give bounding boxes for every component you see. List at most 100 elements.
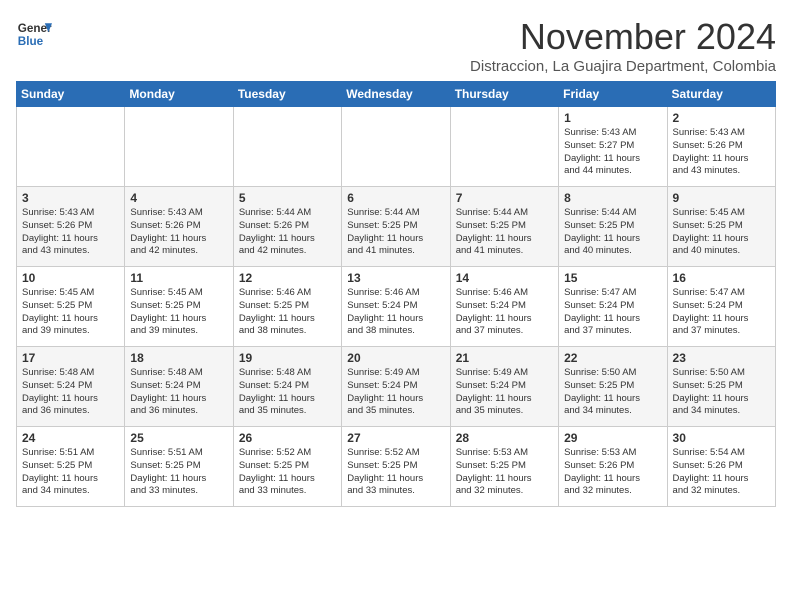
day-number: 6 — [347, 191, 444, 205]
calendar-cell: 10 Sunrise: 5:45 AM Sunset: 5:25 PM Dayli… — [17, 267, 125, 347]
cell-info: Sunrise: 5:49 AM Sunset: 5:24 PM Dayligh… — [347, 367, 444, 418]
calendar-cell: 12Sunrise: 5:46 AM Sunset: 5:25 PM Dayli… — [233, 267, 341, 347]
calendar-cell: 15Sunrise: 5:47 AM Sunset: 5:24 PM Dayli… — [559, 267, 667, 347]
header: General Blue November 2024 Distraccion, … — [16, 16, 776, 75]
calendar-cell: 21Sunrise: 5:49 AM Sunset: 5:24 PM Dayli… — [450, 347, 558, 427]
calendar-cell: 14Sunrise: 5:46 AM Sunset: 5:24 PM Dayli… — [450, 267, 558, 347]
day-number: 30 — [673, 431, 770, 445]
calendar-cell: 19 Sunrise: 5:48 AM Sunset: 5:24 PM Dayli… — [233, 347, 341, 427]
day-number: 29 — [564, 431, 661, 445]
weekday-header-thursday: Thursday — [450, 82, 558, 107]
cell-info: Sunrise: 5:45 AM Sunset: 5:25 PM Dayligh… — [130, 287, 227, 338]
calendar-cell: 3 Sunrise: 5:43 AM Sunset: 5:26 PM Daylig… — [17, 187, 125, 267]
cell-info: Sunrise: 5:44 AM Sunset: 5:25 PM Dayligh… — [347, 207, 444, 258]
calendar-cell: 30 Sunrise: 5:54 AM Sunset: 5:26 PM Dayli… — [667, 427, 775, 507]
month-title: November 2024 — [470, 16, 776, 58]
calendar-cell: 5Sunrise: 5:44 AM Sunset: 5:26 PM Daylig… — [233, 187, 341, 267]
cell-info: Sunrise: 5:43 AM Sunset: 5:27 PM Dayligh… — [564, 127, 661, 178]
calendar-cell: 28Sunrise: 5:53 AM Sunset: 5:25 PM Dayli… — [450, 427, 558, 507]
cell-info: Sunrise: 5:48 AM Sunset: 5:24 PM Dayligh… — [239, 367, 336, 418]
calendar-cell: 22 Sunrise: 5:50 AM Sunset: 5:25 PM Dayli… — [559, 347, 667, 427]
cell-info: Sunrise: 5:43 AM Sunset: 5:26 PM Dayligh… — [673, 127, 770, 178]
cell-info: Sunrise: 5:54 AM Sunset: 5:26 PM Dayligh… — [673, 447, 770, 498]
cell-info: Sunrise: 5:48 AM Sunset: 5:24 PM Dayligh… — [130, 367, 227, 418]
logo-icon: General Blue — [16, 16, 52, 52]
calendar-cell: 27Sunrise: 5:52 AM Sunset: 5:25 PM Dayli… — [342, 427, 450, 507]
calendar-cell — [450, 107, 558, 187]
day-number: 17 — [22, 351, 119, 365]
day-number: 15 — [564, 271, 661, 285]
calendar-cell: 9 Sunrise: 5:45 AM Sunset: 5:25 PM Daylig… — [667, 187, 775, 267]
calendar-cell: 17 Sunrise: 5:48 AM Sunset: 5:24 PM Dayli… — [17, 347, 125, 427]
subtitle: Distraccion, La Guajira Department, Colo… — [470, 58, 776, 75]
cell-info: Sunrise: 5:48 AM Sunset: 5:24 PM Dayligh… — [22, 367, 119, 418]
cell-info: Sunrise: 5:43 AM Sunset: 5:26 PM Dayligh… — [130, 207, 227, 258]
day-number: 3 — [22, 191, 119, 205]
cell-info: Sunrise: 5:50 AM Sunset: 5:25 PM Dayligh… — [673, 367, 770, 418]
calendar-cell — [342, 107, 450, 187]
weekday-header-sunday: Sunday — [17, 82, 125, 107]
weekday-header-row: SundayMondayTuesdayWednesdayThursdayFrid… — [17, 82, 776, 107]
svg-text:Blue: Blue — [18, 35, 44, 48]
weekday-header-monday: Monday — [125, 82, 233, 107]
calendar-cell: 25 Sunrise: 5:51 AM Sunset: 5:25 PM Dayli… — [125, 427, 233, 507]
day-number: 14 — [456, 271, 553, 285]
cell-info: Sunrise: 5:46 AM Sunset: 5:24 PM Dayligh… — [347, 287, 444, 338]
cell-info: Sunrise: 5:43 AM Sunset: 5:26 PM Dayligh… — [22, 207, 119, 258]
calendar-cell: 16 Sunrise: 5:47 AM Sunset: 5:24 PM Dayli… — [667, 267, 775, 347]
cell-info: Sunrise: 5:47 AM Sunset: 5:24 PM Dayligh… — [673, 287, 770, 338]
day-number: 13 — [347, 271, 444, 285]
calendar-cell: 20 Sunrise: 5:49 AM Sunset: 5:24 PM Dayli… — [342, 347, 450, 427]
weekday-header-wednesday: Wednesday — [342, 82, 450, 107]
day-number: 16 — [673, 271, 770, 285]
day-number: 5 — [239, 191, 336, 205]
calendar-cell: 6 Sunrise: 5:44 AM Sunset: 5:25 PM Daylig… — [342, 187, 450, 267]
cell-info: Sunrise: 5:44 AM Sunset: 5:25 PM Dayligh… — [456, 207, 553, 258]
weekday-header-saturday: Saturday — [667, 82, 775, 107]
cell-info: Sunrise: 5:53 AM Sunset: 5:26 PM Dayligh… — [564, 447, 661, 498]
cell-info: Sunrise: 5:51 AM Sunset: 5:25 PM Dayligh… — [130, 447, 227, 498]
day-number: 9 — [673, 191, 770, 205]
calendar-cell — [233, 107, 341, 187]
calendar-cell: 26 Sunrise: 5:52 AM Sunset: 5:25 PM Dayli… — [233, 427, 341, 507]
calendar-cell: 29 Sunrise: 5:53 AM Sunset: 5:26 PM Dayli… — [559, 427, 667, 507]
day-number: 26 — [239, 431, 336, 445]
weekday-header-friday: Friday — [559, 82, 667, 107]
weekday-header-tuesday: Tuesday — [233, 82, 341, 107]
cell-info: Sunrise: 5:45 AM Sunset: 5:25 PM Dayligh… — [22, 287, 119, 338]
day-number: 27 — [347, 431, 444, 445]
week-row-3: 10 Sunrise: 5:45 AM Sunset: 5:25 PM Dayli… — [17, 267, 776, 347]
calendar-cell: 2 Sunrise: 5:43 AM Sunset: 5:26 PM Daylig… — [667, 107, 775, 187]
week-row-4: 17 Sunrise: 5:48 AM Sunset: 5:24 PM Dayli… — [17, 347, 776, 427]
calendar-cell: 18 Sunrise: 5:48 AM Sunset: 5:24 PM Dayli… — [125, 347, 233, 427]
logo: General Blue — [16, 16, 52, 52]
calendar-cell: 13 Sunrise: 5:46 AM Sunset: 5:24 PM Dayli… — [342, 267, 450, 347]
day-number: 7 — [456, 191, 553, 205]
day-number: 24 — [22, 431, 119, 445]
week-row-2: 3 Sunrise: 5:43 AM Sunset: 5:26 PM Daylig… — [17, 187, 776, 267]
calendar-cell: 4Sunrise: 5:43 AM Sunset: 5:26 PM Daylig… — [125, 187, 233, 267]
cell-info: Sunrise: 5:45 AM Sunset: 5:25 PM Dayligh… — [673, 207, 770, 258]
day-number: 10 — [22, 271, 119, 285]
day-number: 19 — [239, 351, 336, 365]
calendar-cell: 24 Sunrise: 5:51 AM Sunset: 5:25 PM Dayli… — [17, 427, 125, 507]
calendar-cell: 1Sunrise: 5:43 AM Sunset: 5:27 PM Daylig… — [559, 107, 667, 187]
day-number: 25 — [130, 431, 227, 445]
week-row-1: 1Sunrise: 5:43 AM Sunset: 5:27 PM Daylig… — [17, 107, 776, 187]
calendar-cell: 11Sunrise: 5:45 AM Sunset: 5:25 PM Dayli… — [125, 267, 233, 347]
day-number: 20 — [347, 351, 444, 365]
calendar-cell — [125, 107, 233, 187]
cell-info: Sunrise: 5:52 AM Sunset: 5:25 PM Dayligh… — [239, 447, 336, 498]
cell-info: Sunrise: 5:51 AM Sunset: 5:25 PM Dayligh… — [22, 447, 119, 498]
cell-info: Sunrise: 5:46 AM Sunset: 5:25 PM Dayligh… — [239, 287, 336, 338]
calendar-table: SundayMondayTuesdayWednesdayThursdayFrid… — [16, 81, 776, 507]
calendar-cell — [17, 107, 125, 187]
day-number: 28 — [456, 431, 553, 445]
day-number: 2 — [673, 111, 770, 125]
day-number: 18 — [130, 351, 227, 365]
cell-info: Sunrise: 5:50 AM Sunset: 5:25 PM Dayligh… — [564, 367, 661, 418]
cell-info: Sunrise: 5:44 AM Sunset: 5:25 PM Dayligh… — [564, 207, 661, 258]
calendar-cell: 23Sunrise: 5:50 AM Sunset: 5:25 PM Dayli… — [667, 347, 775, 427]
day-number: 22 — [564, 351, 661, 365]
calendar-cell: 8Sunrise: 5:44 AM Sunset: 5:25 PM Daylig… — [559, 187, 667, 267]
